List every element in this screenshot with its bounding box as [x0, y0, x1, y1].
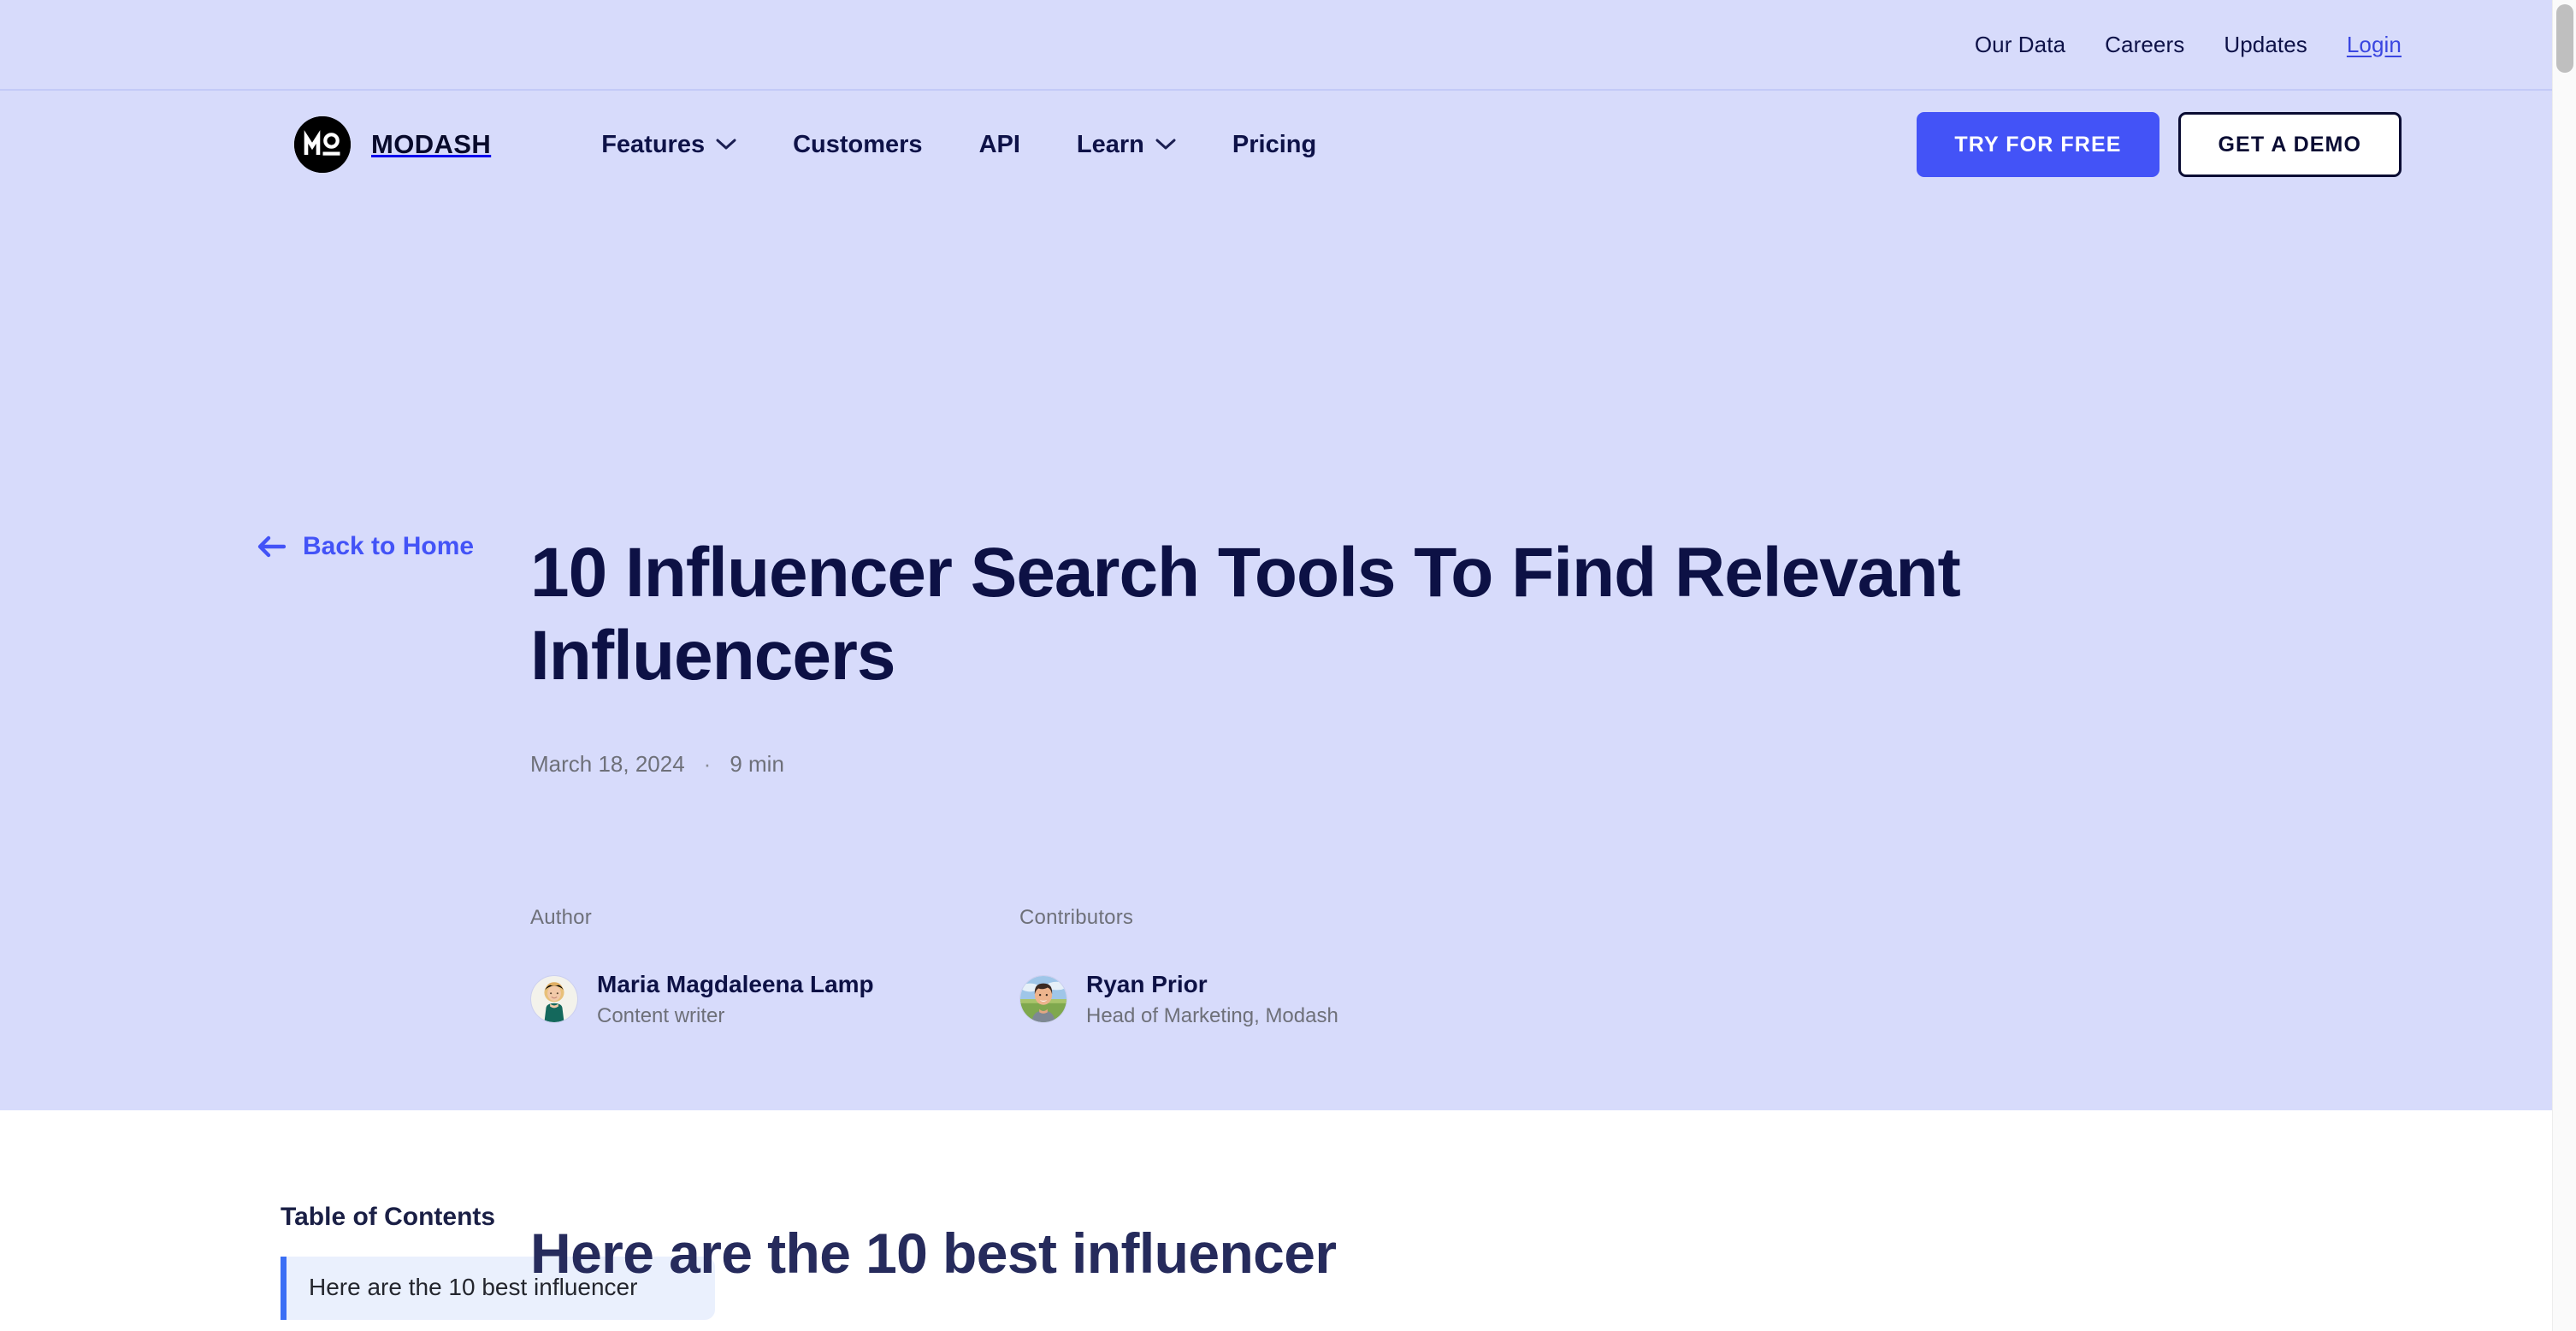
nav-item-pricing[interactable]: Pricing	[1204, 131, 1344, 159]
contributor-info: Ryan Prior Head of Marketing, Modash	[1086, 968, 1338, 1031]
modash-logo-icon	[294, 116, 351, 173]
utility-nav-our-data[interactable]: Our Data	[1975, 32, 2065, 58]
credits-section: Author Maria Magdaleena Lamp Content wri…	[530, 906, 2001, 1031]
utility-nav-updates[interactable]: Updates	[2224, 32, 2307, 58]
back-to-home-link[interactable]: Back to Home	[257, 532, 474, 561]
arrow-left-icon	[257, 535, 286, 558]
article-body-section: Table of Contents Here are the 10 best i…	[0, 1110, 2552, 1320]
nav-item-pricing-label: Pricing	[1232, 130, 1317, 158]
get-a-demo-button[interactable]: GET A DEMO	[2177, 112, 2402, 177]
author-block: Author Maria Magdaleena Lamp Content wri…	[530, 906, 1019, 1031]
author-role: Content writer	[597, 1004, 725, 1028]
contributors-label: Contributors	[1019, 905, 1134, 929]
read-time: 9 min	[730, 750, 784, 777]
author-name: Maria Magdaleena Lamp	[597, 970, 874, 997]
contributors-block: Contributors Ryan Prior Head of Marketin…	[1019, 906, 1338, 1031]
section-heading: Here are the 10 best influencer	[530, 1222, 1337, 1285]
page-scrollbar[interactable]	[2552, 0, 2576, 1331]
author-label: Author	[530, 905, 592, 929]
page-title: 10 Influencer Search Tools To Find Relev…	[530, 534, 1961, 695]
header-cta-group: TRY FOR FREE GET A DEMO	[1917, 112, 2402, 177]
contributor-avatar	[1019, 975, 1067, 1024]
main-nav: Features Customers API Learn Pricing	[573, 131, 1344, 159]
scrollbar-thumb[interactable]	[2556, 4, 2573, 73]
author-person: Maria Magdaleena Lamp Content writer	[530, 968, 1019, 1031]
try-for-free-button[interactable]: TRY FOR FREE	[1917, 112, 2159, 177]
hero-main: 10 Influencer Search Tools To Find Relev…	[530, 532, 2001, 1031]
browser-viewport: Our Data Careers Updates Login MODASH Fe…	[0, 0, 2576, 1331]
article-hero: Back to Home 10 Influencer Search Tools …	[0, 198, 2552, 1110]
back-to-home-label: Back to Home	[303, 532, 475, 560]
page-content: Our Data Careers Updates Login MODASH Fe…	[0, 0, 2552, 1320]
article-content: Here are the 10 best influencer	[530, 1110, 2402, 1320]
nav-item-api[interactable]: API	[951, 131, 1049, 159]
utility-nav-careers[interactable]: Careers	[2105, 32, 2184, 58]
chevron-down-icon	[1155, 139, 1176, 150]
contributor-name: Ryan Prior	[1086, 970, 1208, 997]
nav-item-features[interactable]: Features	[573, 131, 765, 159]
nav-item-customers[interactable]: Customers	[765, 131, 951, 159]
author-info: Maria Magdaleena Lamp Content writer	[597, 968, 874, 1031]
nav-item-learn-label: Learn	[1076, 130, 1144, 158]
post-meta: March 18, 2024 · 9 min	[530, 751, 2001, 778]
publish-date: March 18, 2024	[530, 750, 685, 777]
meta-separator: ·	[703, 750, 712, 777]
brand-home-link[interactable]: MODASH	[294, 116, 491, 173]
utility-nav: Our Data Careers Updates Login	[0, 0, 2552, 91]
site-header: MODASH Features Customers API Learn Pric…	[0, 91, 2552, 198]
contributor-role: Head of Marketing, Modash	[1086, 1004, 1338, 1028]
nav-item-features-label: Features	[601, 130, 706, 158]
nav-item-api-label: API	[978, 130, 1020, 158]
contributor-person: Ryan Prior Head of Marketing, Modash	[1019, 968, 1338, 1031]
brand-name: MODASH	[371, 129, 492, 159]
utility-nav-login[interactable]: Login	[2347, 32, 2402, 58]
chevron-down-icon	[716, 139, 736, 150]
author-avatar	[530, 975, 578, 1024]
back-navigation: Back to Home	[0, 532, 530, 1031]
table-of-contents: Table of Contents Here are the 10 best i…	[0, 1110, 715, 1320]
toc-title: Table of Contents	[281, 1203, 496, 1231]
nav-item-learn[interactable]: Learn	[1049, 131, 1204, 159]
nav-item-customers-label: Customers	[793, 130, 923, 158]
